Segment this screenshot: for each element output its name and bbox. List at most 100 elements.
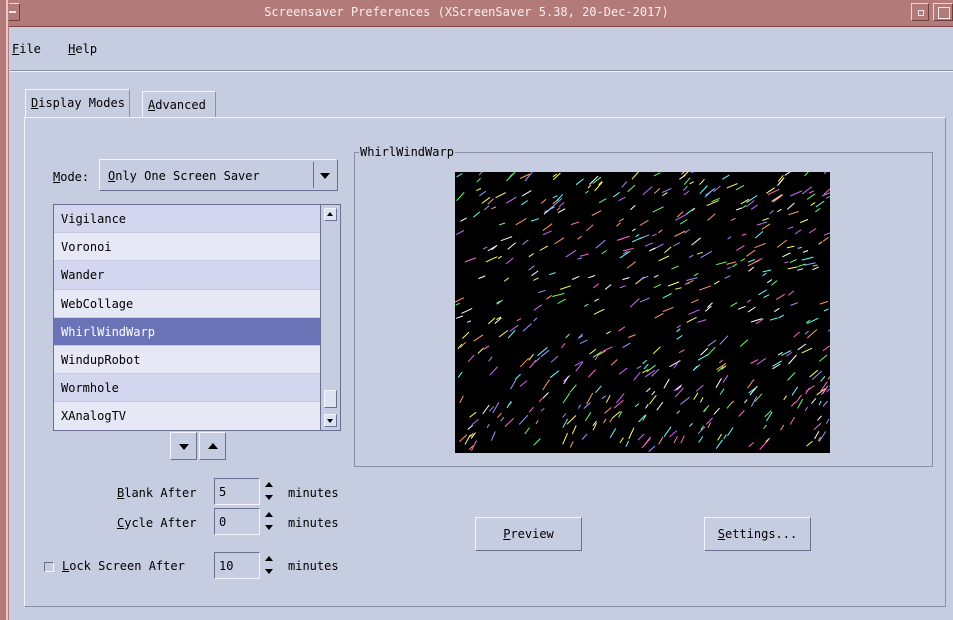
- xscreensaver-window: Screensaver Preferences (XScreenSaver 5.…: [0, 0, 953, 620]
- preview-streak: [522, 239, 529, 245]
- preview-streak: [778, 314, 784, 319]
- preview-streak: [498, 330, 509, 338]
- lock-screen-label[interactable]: Lock Screen After: [62, 559, 185, 573]
- mode-dropdown-value: Only One Screen Saver: [108, 169, 260, 183]
- chevron-down-icon[interactable]: [313, 162, 335, 188]
- preview-streak: [764, 410, 772, 418]
- preview-streak: [786, 202, 795, 210]
- preview-streak: [688, 254, 694, 259]
- next-saver-button[interactable]: [170, 432, 197, 460]
- menu-bar: File Help: [10, 42, 115, 64]
- cycle-after-field[interactable]: 0: [214, 508, 260, 535]
- list-item[interactable]: Vigilance: [54, 205, 320, 234]
- preview-streak: [505, 257, 514, 265]
- menu-separator: [10, 70, 953, 72]
- preview-streak: [504, 417, 515, 427]
- preview-streak: [524, 427, 530, 435]
- preview-streak: [595, 239, 606, 249]
- screensaver-list[interactable]: Vigilance Voronoi Wander WebCollage Whir…: [53, 204, 320, 431]
- preview-streak: [603, 418, 607, 424]
- blank-after-field[interactable]: 5: [214, 478, 260, 505]
- scrollbar-thumb[interactable]: [324, 390, 337, 408]
- preview-streak: [639, 297, 650, 303]
- preview-streak: [815, 200, 825, 208]
- preview-streak: [658, 436, 664, 445]
- list-item[interactable]: XAnalogTV: [54, 402, 320, 430]
- scroll-up-icon[interactable]: [324, 208, 337, 221]
- preview-streak: [545, 294, 552, 300]
- list-item[interactable]: Voronoi: [54, 233, 320, 262]
- maximize-button[interactable]: [933, 3, 953, 21]
- list-item[interactable]: WebCollage: [54, 289, 320, 318]
- preview-streak: [719, 388, 725, 395]
- preview-streak: [641, 438, 651, 449]
- preview-streak: [697, 319, 707, 323]
- preview-streak: [586, 392, 594, 405]
- preview-streak: [676, 324, 681, 329]
- list-scrollbar[interactable]: [320, 204, 341, 431]
- preview-streak: [639, 219, 649, 226]
- list-item-selected[interactable]: WhirlWindWarp: [54, 317, 320, 346]
- preview-streak: [627, 184, 636, 193]
- minimize-button[interactable]: [911, 3, 929, 21]
- previous-saver-button[interactable]: [199, 432, 226, 460]
- preview-streak: [644, 242, 654, 247]
- preview-streak: [483, 205, 490, 211]
- preview-streak: [766, 279, 773, 284]
- preview-streak: [540, 198, 547, 204]
- preview-streak: [662, 306, 674, 313]
- spin-up-icon[interactable]: [263, 478, 275, 491]
- preview-streak: [741, 233, 747, 236]
- preview-streak: [682, 172, 685, 174]
- blank-after-spinner[interactable]: [263, 478, 275, 505]
- lock-screen-checkbox[interactable]: [44, 562, 54, 572]
- preview-streak: [540, 408, 545, 412]
- preview-streak: [695, 384, 704, 392]
- preview-streak: [719, 335, 729, 345]
- preview-streak: [507, 242, 516, 250]
- spin-up-icon[interactable]: [263, 508, 275, 521]
- lock-screen-field[interactable]: 10: [214, 552, 260, 579]
- preview-streak: [747, 306, 756, 313]
- preview-streak: [464, 257, 476, 263]
- preview-streak: [521, 200, 529, 206]
- preview-streak: [801, 256, 814, 261]
- preview-streak: [653, 274, 659, 278]
- preview-streak: [819, 300, 829, 305]
- tab-advanced[interactable]: Advanced: [142, 91, 216, 117]
- preview-button[interactable]: Preview: [475, 517, 582, 551]
- preview-streak: [565, 249, 577, 258]
- tab-display-modes[interactable]: Display Modes: [25, 89, 130, 117]
- preview-streak: [790, 302, 798, 306]
- preview-streak: [483, 345, 490, 350]
- lock-screen-spinner[interactable]: [263, 552, 275, 579]
- menu-help[interactable]: Help: [66, 42, 99, 56]
- preview-streak: [762, 269, 772, 273]
- preview-streak: [497, 412, 502, 419]
- scroll-down-icon[interactable]: [324, 414, 337, 427]
- settings-button[interactable]: Settings...: [704, 517, 811, 551]
- title-bar[interactable]: Screensaver Preferences (XScreenSaver 5.…: [0, 0, 953, 27]
- list-item[interactable]: Wander: [54, 261, 320, 290]
- preview-streak: [616, 222, 621, 227]
- spin-down-icon[interactable]: [263, 566, 275, 579]
- cycle-after-spinner[interactable]: [263, 508, 275, 535]
- window-title: Screensaver Preferences (XScreenSaver 5.…: [264, 5, 669, 19]
- list-item[interactable]: WindupRobot: [54, 345, 320, 375]
- preview-streak: [575, 178, 584, 186]
- menu-file[interactable]: File: [10, 42, 43, 56]
- preview-streak: [794, 229, 802, 235]
- preview-streak: [651, 368, 660, 377]
- preview-streak: [618, 218, 625, 222]
- mode-dropdown[interactable]: Only One Screen Saver: [99, 159, 338, 191]
- preview-streak: [737, 305, 746, 310]
- spin-up-icon[interactable]: [263, 552, 275, 565]
- spin-down-icon[interactable]: [263, 522, 275, 535]
- spin-down-icon[interactable]: [263, 492, 275, 505]
- preview-streak: [820, 375, 826, 382]
- preview-streak: [715, 261, 727, 266]
- preview-streak: [622, 277, 630, 281]
- preview-streak: [651, 390, 656, 396]
- preview-streak: [750, 204, 758, 210]
- list-item[interactable]: Wormhole: [54, 374, 320, 403]
